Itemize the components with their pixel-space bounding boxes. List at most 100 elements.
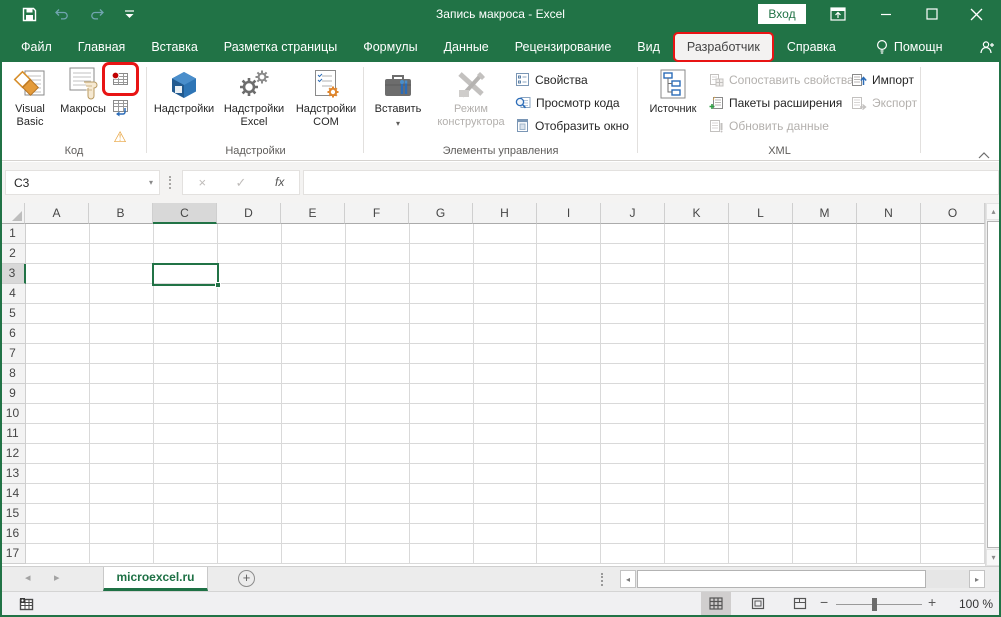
grid-cell[interactable] xyxy=(26,424,90,444)
grid-cell[interactable] xyxy=(793,544,857,564)
grid-cell[interactable] xyxy=(921,284,985,304)
column-header[interactable]: N xyxy=(857,203,921,224)
grid-cell[interactable] xyxy=(793,384,857,404)
grid-cell[interactable] xyxy=(410,264,474,284)
grid-cell[interactable] xyxy=(474,504,538,524)
grid-cell[interactable] xyxy=(474,404,538,424)
grid-cell[interactable] xyxy=(729,484,793,504)
grid-cell[interactable] xyxy=(26,344,90,364)
grid-cell[interactable] xyxy=(793,524,857,544)
grid-cell[interactable] xyxy=(410,424,474,444)
grid-cell[interactable] xyxy=(665,364,729,384)
grid-cell[interactable] xyxy=(474,544,538,564)
grid-cell[interactable] xyxy=(154,504,218,524)
grid-cell[interactable] xyxy=(26,324,90,344)
insert-control-button[interactable]: Вставить ▾ xyxy=(369,64,427,130)
column-header[interactable]: A xyxy=(25,203,89,224)
tab-share[interactable]: Поделиться xyxy=(966,32,1001,62)
grid-cell[interactable] xyxy=(857,284,921,304)
column-header[interactable]: L xyxy=(729,203,793,224)
row-header[interactable]: 2 xyxy=(0,244,26,264)
grid-cell[interactable] xyxy=(921,244,985,264)
row-header[interactable]: 8 xyxy=(0,364,26,384)
grid-cell[interactable] xyxy=(665,404,729,424)
visual-basic-button[interactable]: Visual Basic xyxy=(6,64,54,129)
grid-cell[interactable] xyxy=(665,304,729,324)
grid-cell[interactable] xyxy=(154,324,218,344)
grid-cell[interactable] xyxy=(793,344,857,364)
enter-icon[interactable]: ✓ xyxy=(222,171,261,194)
grid-cell[interactable] xyxy=(793,284,857,304)
grid-cell[interactable] xyxy=(282,264,346,284)
grid-cell[interactable] xyxy=(857,404,921,424)
grid-cell[interactable] xyxy=(474,244,538,264)
customize-quick-access-icon[interactable] xyxy=(120,5,138,23)
grid-cell[interactable] xyxy=(218,504,282,524)
formula-input[interactable] xyxy=(303,170,999,195)
grid-cell[interactable] xyxy=(346,344,410,364)
zoom-in-icon[interactable]: + xyxy=(928,594,936,610)
grid-cell[interactable] xyxy=(537,404,601,424)
grid-cell[interactable] xyxy=(729,544,793,564)
grid-cell[interactable] xyxy=(601,244,665,264)
column-header[interactable]: I xyxy=(537,203,601,224)
zoom-level[interactable]: 100 % xyxy=(945,597,993,611)
grid-cell[interactable] xyxy=(26,544,90,564)
grid-cell[interactable] xyxy=(537,544,601,564)
grid-cell[interactable] xyxy=(410,504,474,524)
grid-cell[interactable] xyxy=(282,304,346,324)
minimize-icon[interactable] xyxy=(869,0,903,28)
grid-cell[interactable] xyxy=(857,244,921,264)
column-header[interactable]: B xyxy=(89,203,153,224)
formula-bar-handle[interactable] xyxy=(169,176,171,189)
grid-cell[interactable] xyxy=(665,504,729,524)
grid-cell[interactable] xyxy=(601,344,665,364)
run-dialog-button[interactable]: Отобразить окно xyxy=(515,115,629,136)
grid-cell[interactable] xyxy=(26,464,90,484)
grid-cell[interactable] xyxy=(793,364,857,384)
grid-cell[interactable] xyxy=(474,224,538,244)
grid-cell[interactable] xyxy=(537,284,601,304)
grid-cell[interactable] xyxy=(729,444,793,464)
row-header[interactable]: 4 xyxy=(0,284,26,304)
column-header[interactable]: M xyxy=(793,203,857,224)
row-header[interactable]: 12 xyxy=(0,444,26,464)
grid-cell[interactable] xyxy=(474,424,538,444)
relative-references-button[interactable] xyxy=(106,93,134,122)
grid-cell[interactable] xyxy=(537,424,601,444)
grid-cell[interactable] xyxy=(154,284,218,304)
properties-button[interactable]: Свойства xyxy=(515,69,629,90)
grid-cell[interactable] xyxy=(601,384,665,404)
collapse-ribbon-icon[interactable] xyxy=(978,146,992,156)
grid-cell[interactable] xyxy=(537,364,601,384)
row-header[interactable]: 3 xyxy=(0,264,26,284)
grid-cell[interactable] xyxy=(282,504,346,524)
grid-cell[interactable] xyxy=(665,444,729,464)
new-sheet-button[interactable]: + xyxy=(238,570,255,587)
grid-cell[interactable] xyxy=(729,304,793,324)
grid-cell[interactable] xyxy=(857,524,921,544)
map-properties-button[interactable]: Сопоставить свойства xyxy=(709,69,854,90)
grid-cell[interactable] xyxy=(410,244,474,264)
grid-cell[interactable] xyxy=(921,264,985,284)
grid-cell[interactable] xyxy=(90,404,154,424)
xml-source-button[interactable]: Источник xyxy=(643,64,703,116)
grid-cell[interactable] xyxy=(282,544,346,564)
grid-cell[interactable] xyxy=(346,244,410,264)
grid-cell[interactable] xyxy=(218,304,282,324)
grid-cell[interactable] xyxy=(90,324,154,344)
grid-cell[interactable] xyxy=(857,484,921,504)
grid-cell[interactable] xyxy=(410,284,474,304)
grid-cell[interactable] xyxy=(537,524,601,544)
row-header[interactable]: 10 xyxy=(0,404,26,424)
grid-cell[interactable] xyxy=(26,264,90,284)
grid-cell[interactable] xyxy=(793,504,857,524)
row-header[interactable]: 6 xyxy=(0,324,26,344)
grid-cell[interactable] xyxy=(154,464,218,484)
grid-cell[interactable] xyxy=(282,284,346,304)
column-header[interactable]: E xyxy=(281,203,345,224)
grid-cell[interactable] xyxy=(665,384,729,404)
grid-cell[interactable] xyxy=(410,224,474,244)
grid-cell[interactable] xyxy=(154,544,218,564)
grid-cell[interactable] xyxy=(537,264,601,284)
